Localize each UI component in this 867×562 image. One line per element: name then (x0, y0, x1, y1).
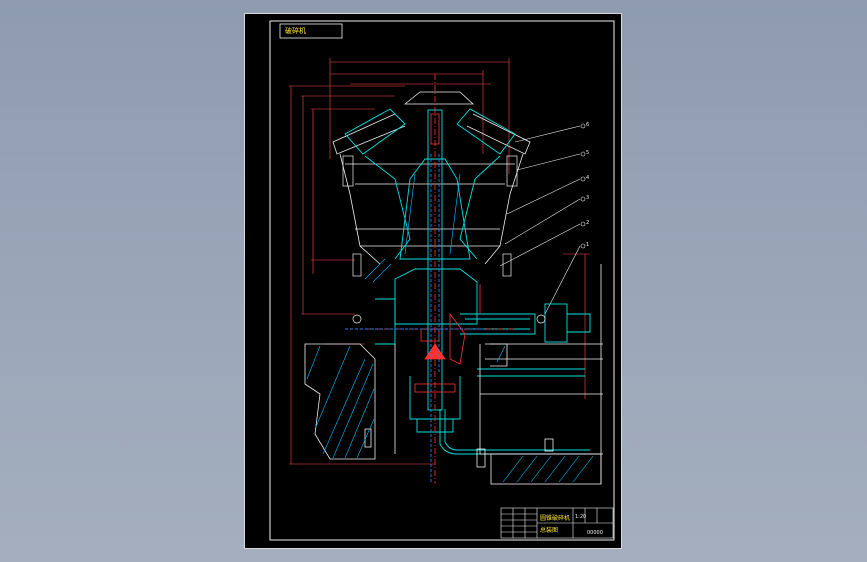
feed-hopper (332, 91, 531, 265)
balloon-label-5: 5 (586, 150, 590, 156)
balloon-label-1: 1 (586, 242, 590, 248)
balloon-label-4: 4 (586, 175, 590, 181)
bolts (342, 155, 546, 324)
drawing-sheet: 破碎机 6 5 4 3 2 1 圆锥破碎机 总装图 00000 1:20 (244, 13, 622, 549)
base-frame (304, 264, 603, 485)
balloon-markers (580, 123, 586, 249)
title-block-code: 00000 (587, 530, 603, 536)
hidden-lines (345, 154, 485, 484)
title-block-name: 圆锥破碎机 (540, 515, 571, 522)
title-block-model: 总装图 (540, 527, 559, 534)
dimension-lines (289, 58, 590, 465)
balloon-label-2: 2 (586, 220, 590, 226)
balloon-label-6: 6 (586, 122, 590, 128)
balloon-label-3: 3 (586, 195, 590, 201)
title-tag: 破碎机 (285, 27, 306, 35)
title-block-scale: 1:20 (575, 514, 587, 520)
drawing-canvas (269, 20, 615, 541)
leader-lines (499, 125, 581, 315)
